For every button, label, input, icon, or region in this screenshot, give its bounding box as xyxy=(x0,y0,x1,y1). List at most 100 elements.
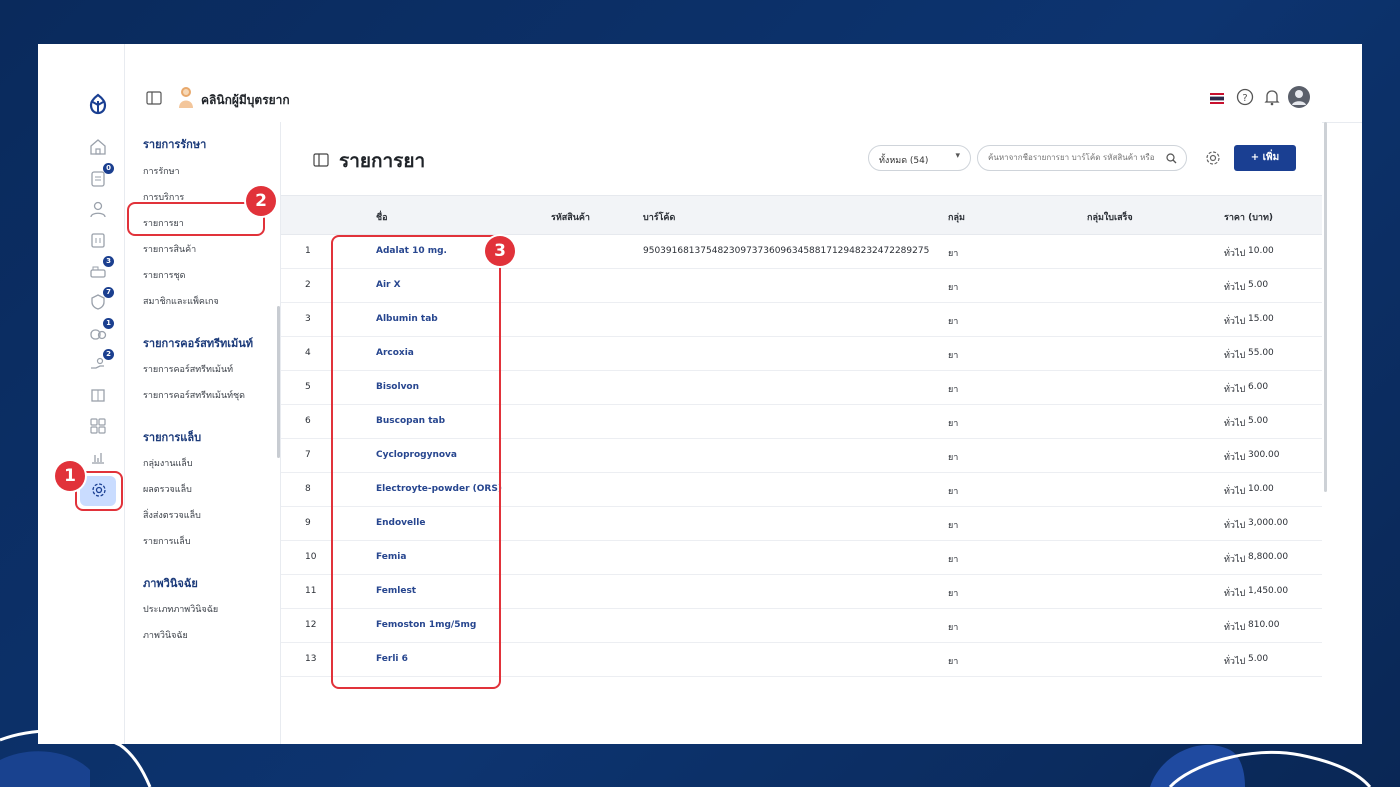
calendar-icon[interactable] xyxy=(88,230,110,252)
step-marker-3: 3 xyxy=(485,236,515,266)
price-group-value: ทั่วไป xyxy=(1224,487,1246,497)
thai-flag-icon[interactable] xyxy=(1210,93,1224,104)
category-filter-select[interactable]: ทั้งหมด (54) ▾ xyxy=(868,145,971,171)
price-group-value: ทั่วไป xyxy=(1224,555,1246,565)
price-value: 55.00 xyxy=(1248,348,1274,358)
search-field[interactable] xyxy=(977,145,1187,171)
search-icon[interactable] xyxy=(1166,153,1177,164)
group-value: ยา xyxy=(948,283,959,293)
main-scrollbar[interactable] xyxy=(1324,122,1327,492)
price-value: 8,800.00 xyxy=(1248,552,1289,562)
highlight-drug-list-menu xyxy=(127,202,265,236)
submenu-item[interactable]: ผลตรวจแล็บ xyxy=(143,482,192,496)
price-group-value: ทั่วไป xyxy=(1224,589,1246,599)
step-marker-1: 1 xyxy=(55,461,85,491)
notification-badge: 2 xyxy=(103,349,114,360)
submenu-item[interactable]: ประเภทภาพวินิจฉัย xyxy=(143,602,218,616)
submenu-item[interactable]: การรักษา xyxy=(143,164,180,178)
shield-icon[interactable]: 7 xyxy=(88,287,114,314)
group-value: ยา xyxy=(948,623,959,633)
price-value: 300.00 xyxy=(1248,450,1280,460)
submenu-item[interactable]: สมาชิกและแพ็คเกจ xyxy=(143,294,219,308)
submenu-item[interactable]: รายการแล็บ xyxy=(143,534,191,548)
sidebar-toggle-icon[interactable] xyxy=(146,91,162,105)
group-value: ยา xyxy=(948,521,959,531)
page-title: รายการยา xyxy=(339,150,426,172)
box-icon[interactable] xyxy=(88,385,110,407)
tulip-logo-icon xyxy=(89,93,107,115)
price-group-value: ทั่วไป xyxy=(1224,521,1246,531)
icon-rail: 0 3 7 1 2 xyxy=(38,44,125,744)
price-group-value: ทั่วไป xyxy=(1224,623,1246,633)
bell-icon[interactable] xyxy=(1263,88,1281,106)
column-header-receipt-group[interactable]: กลุ่มใบเสร็จ xyxy=(1087,210,1133,224)
pills-icon[interactable]: 1 xyxy=(88,318,114,345)
column-header-name[interactable]: ชื่อ xyxy=(376,210,388,224)
settings-gear-icon[interactable] xyxy=(1204,149,1222,167)
submenu-item[interactable]: รายการชุด xyxy=(143,268,185,282)
price-group-value: ทั่วไป xyxy=(1224,283,1246,293)
clinic-logo-icon xyxy=(179,87,193,108)
bed-icon[interactable]: 3 xyxy=(88,256,114,283)
row-number: 12 xyxy=(305,620,317,630)
table-header: ชื่อ รหัสสินค้า บาร์โค้ด กลุ่ม กลุ่มใบเส… xyxy=(281,195,1322,235)
price-group-value: ทั่วไป xyxy=(1224,453,1246,463)
submenu-item[interactable]: รายการสินค้า xyxy=(143,242,196,256)
submenu-section-title: รายการรักษา xyxy=(143,138,207,151)
group-value: ยา xyxy=(948,555,959,565)
submenu-section-title: รายการคอร์สทรีทเม้นท์ xyxy=(143,337,254,350)
step-marker-2: 2 xyxy=(246,186,276,216)
price-value: 810.00 xyxy=(1248,620,1280,630)
add-drug-button[interactable]: + เพิ่ม xyxy=(1234,145,1296,171)
price-value: 10.00 xyxy=(1248,246,1274,256)
top-bar: คลินิกผู้มีบุตรยาก ? xyxy=(125,74,1362,123)
row-number: 7 xyxy=(305,450,311,460)
price-value: 15.00 xyxy=(1248,314,1274,324)
list-panel-icon xyxy=(313,153,329,167)
notification-badge: 3 xyxy=(103,256,114,267)
report-chart-icon[interactable] xyxy=(88,447,110,469)
search-input[interactable] xyxy=(988,153,1164,162)
group-value: ยา xyxy=(948,249,959,259)
column-header-barcode[interactable]: บาร์โค้ด xyxy=(643,210,675,224)
help-icon[interactable]: ? xyxy=(1236,88,1254,106)
notification-badge: 1 xyxy=(103,318,114,329)
submenu-item[interactable]: สิ่งส่งตรวจแล็บ xyxy=(143,508,201,522)
group-value: ยา xyxy=(948,419,959,429)
price-group-value: ทั่วไป xyxy=(1224,351,1246,361)
group-value: ยา xyxy=(948,453,959,463)
price-group-value: ทั่วไป xyxy=(1224,385,1246,395)
avatar[interactable] xyxy=(1287,85,1311,109)
price-group-value: ทั่วไป xyxy=(1224,657,1246,667)
row-number: 8 xyxy=(305,484,311,494)
submenu-item[interactable]: รายการคอร์สทรีทเม้นท์ xyxy=(143,362,233,376)
price-value: 6.00 xyxy=(1248,382,1269,392)
row-number: 5 xyxy=(305,382,311,392)
clipboard-icon[interactable]: 0 xyxy=(88,163,114,190)
hand-money-icon[interactable]: 2 xyxy=(88,349,114,376)
highlight-drug-names xyxy=(331,235,501,689)
submenu-item[interactable]: กลุ่มงานแล็บ xyxy=(143,456,193,470)
price-value: 1,450.00 xyxy=(1248,586,1289,596)
price-group-value: ทั่วไป xyxy=(1224,419,1246,429)
grid-icon[interactable] xyxy=(88,416,110,438)
notification-badge: 0 xyxy=(103,163,114,174)
row-number: 13 xyxy=(305,654,317,664)
submenu-section-title: ภาพวินิจฉัย xyxy=(143,577,198,590)
column-header-code[interactable]: รหัสสินค้า xyxy=(551,210,590,224)
column-header-price[interactable]: ราคา (บาท) xyxy=(1224,210,1273,224)
price-value: 5.00 xyxy=(1248,280,1269,290)
group-value: ยา xyxy=(948,385,959,395)
group-value: ยา xyxy=(948,487,959,497)
submenu-item[interactable]: ภาพวินิจฉัย xyxy=(143,628,188,642)
group-value: ยา xyxy=(948,657,959,667)
submenu-scrollbar[interactable] xyxy=(277,306,280,458)
group-value: ยา xyxy=(948,589,959,599)
price-value: 5.00 xyxy=(1248,654,1269,664)
submenu-item[interactable]: รายการคอร์สทรีทเม้นท์ชุด xyxy=(143,388,245,402)
column-header-group[interactable]: กลุ่ม xyxy=(948,210,965,224)
user-icon[interactable] xyxy=(88,199,110,221)
home-icon[interactable] xyxy=(88,137,110,159)
row-number: 10 xyxy=(305,552,317,562)
clinic-name: คลินิกผู้มีบุตรยาก xyxy=(201,93,290,107)
